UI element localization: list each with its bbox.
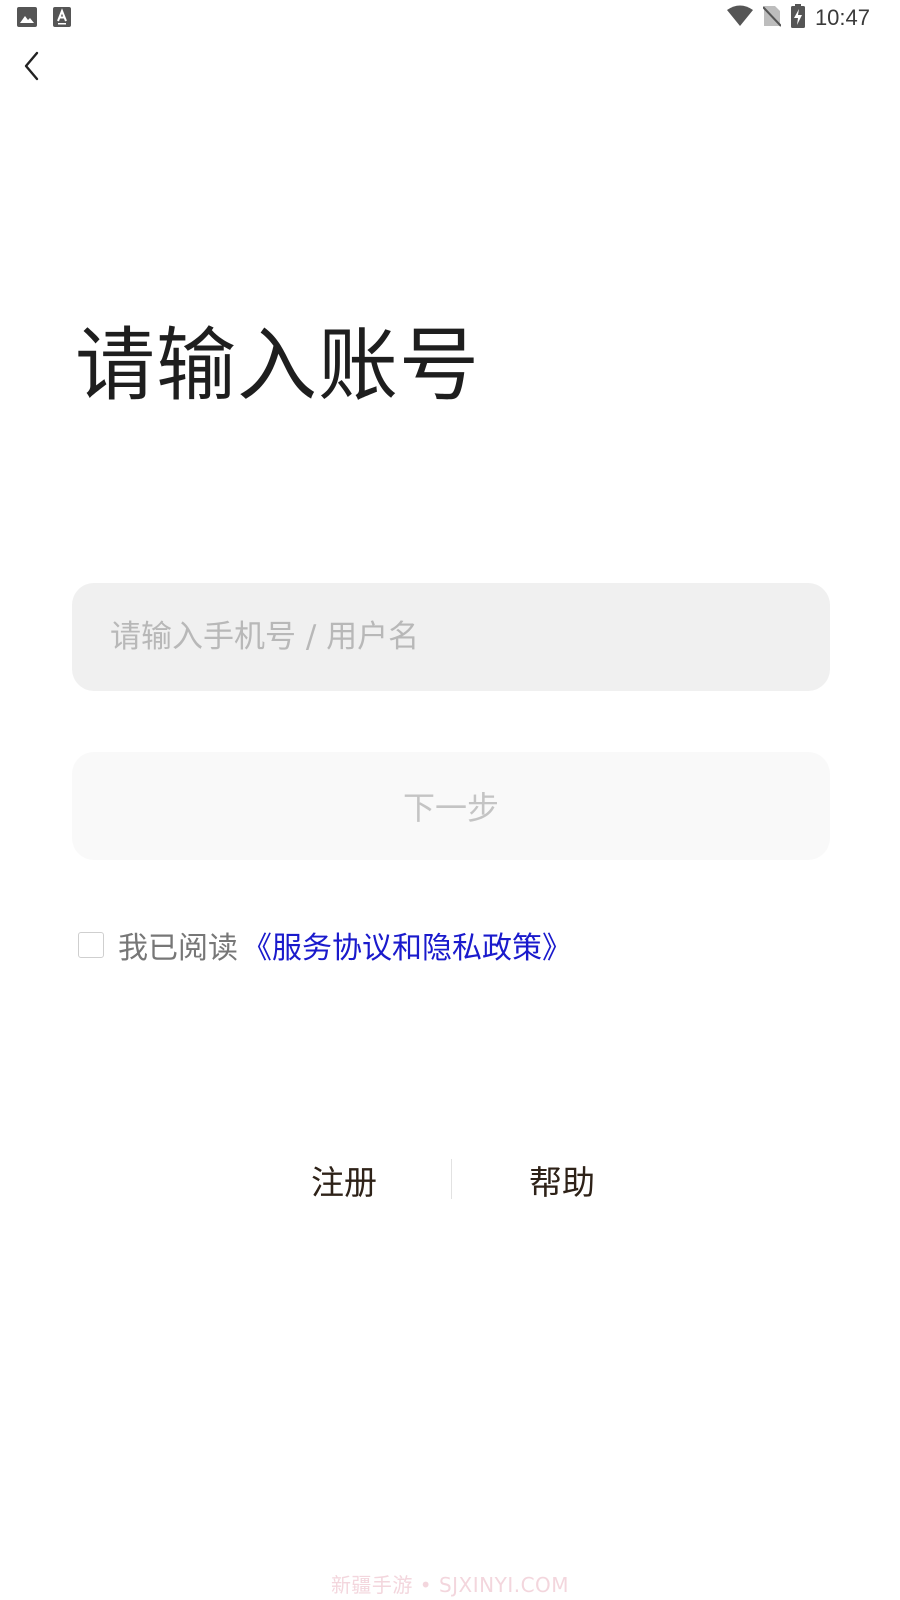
link-divider xyxy=(451,1159,452,1199)
agreement-checkbox[interactable] xyxy=(78,932,104,958)
agreement-prefix-text: 我已阅读 xyxy=(118,931,238,966)
register-link[interactable]: 注册 xyxy=(311,1161,377,1205)
agreement-row: 我已阅读 《服务协议和隐私政策》 xyxy=(78,923,572,967)
image-icon xyxy=(17,7,37,31)
bottom-links: 注册 帮助 xyxy=(0,1155,900,1215)
watermark: 新疆手游 • SJXINYI.COM xyxy=(330,1573,570,1597)
battery-charging-icon xyxy=(790,4,805,32)
page-title: 请输入账号 xyxy=(75,319,480,412)
chevron-left-icon xyxy=(22,50,42,86)
back-button[interactable] xyxy=(12,48,52,88)
wifi-icon xyxy=(726,5,753,31)
status-left-icons xyxy=(17,7,71,31)
no-sim-icon xyxy=(762,5,782,31)
help-link[interactable]: 帮助 xyxy=(529,1161,595,1205)
account-input[interactable] xyxy=(72,583,830,691)
next-button[interactable]: 下一步 xyxy=(72,752,830,860)
terms-privacy-link[interactable]: 《服务协议和隐私政策》 xyxy=(242,923,572,967)
status-bar: 10:47 xyxy=(0,0,900,36)
status-right-icons: 10:47 xyxy=(726,4,870,32)
status-time: 10:47 xyxy=(814,5,870,30)
keyboard-a-icon xyxy=(53,7,71,31)
